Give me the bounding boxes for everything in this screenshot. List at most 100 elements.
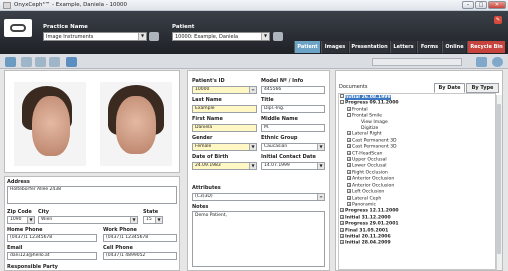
- expand-icon[interactable]: +: [340, 227, 344, 232]
- cell-phone-field[interactable]: (0437)1 4899052: [103, 252, 177, 260]
- camera-logo-icon: [4, 19, 32, 37]
- expand-icon[interactable]: +: [347, 106, 351, 111]
- tab-online[interactable]: Online: [442, 41, 466, 53]
- notes-field[interactable]: Demo Patient,: [192, 211, 325, 267]
- expand-icon[interactable]: +: [340, 240, 344, 245]
- tree-item-label: Digitize: [361, 125, 379, 131]
- scrollbar-thumb[interactable]: [497, 104, 501, 254]
- first-name-label: First Name: [192, 116, 223, 122]
- email-field[interactable]: dani123@hello.at: [7, 252, 97, 260]
- edit-badge-icon[interactable]: ✎: [494, 16, 502, 24]
- tab-by-type[interactable]: By Type: [466, 83, 499, 93]
- expand-icon[interactable]: +: [340, 233, 344, 238]
- chevron-down-icon: ▼: [155, 217, 162, 223]
- tree-item-label: View Image: [361, 119, 388, 125]
- middle-name-field[interactable]: M.: [261, 124, 325, 132]
- expand-icon[interactable]: +: [347, 182, 351, 187]
- gender-value: Female: [195, 144, 212, 149]
- attributes-field[interactable]: (C3)3D) ≡: [192, 193, 325, 201]
- first-name-field[interactable]: Daniela: [192, 124, 257, 132]
- tab-forms[interactable]: Forms: [417, 41, 441, 53]
- tree-item-label: Left Occlusion: [352, 189, 385, 195]
- dob-field[interactable]: 24.09.1983 ▼: [192, 162, 257, 170]
- tree-item-label: Cast Permanent 3D: [352, 138, 397, 144]
- expand-icon[interactable]: +: [347, 131, 351, 136]
- minimize-button[interactable]: –: [462, 1, 474, 9]
- home-phone-field[interactable]: (0437)1 12345678: [7, 234, 97, 242]
- initial-contact-field[interactable]: 14.07.1999 ▼: [261, 162, 325, 170]
- collapse-icon[interactable]: –: [340, 100, 344, 105]
- tree-item-label: Anterior Occlusion: [352, 183, 395, 189]
- settings-icon[interactable]: [476, 57, 487, 67]
- expand-icon[interactable]: +: [347, 169, 351, 174]
- tree-item[interactable]: +Progress 12.11.2000: [340, 208, 399, 214]
- title-label: Title: [261, 97, 274, 103]
- gender-select[interactable]: Female ▼: [192, 143, 257, 151]
- expand-icon[interactable]: +: [347, 195, 351, 200]
- tree-item[interactable]: +Initial 28.04.2009: [340, 240, 399, 246]
- save-icon[interactable]: [66, 57, 77, 67]
- dob-label: Date of Birth: [192, 154, 229, 160]
- practice-select[interactable]: Image Instruments ▼: [43, 32, 147, 41]
- state-label: State: [143, 209, 159, 215]
- app-icon: [3, 2, 11, 9]
- state-field[interactable]: 15 ▼: [143, 216, 163, 224]
- print-icon[interactable]: [35, 57, 46, 67]
- frontal-photo[interactable]: [100, 82, 172, 166]
- patient-select[interactable]: 10000: Example, Daniela ▼: [172, 32, 270, 41]
- expand-icon[interactable]: +: [347, 163, 351, 168]
- model-field[interactable]: 445566: [261, 86, 325, 94]
- patient-search-icon[interactable]: [273, 32, 283, 41]
- expand-icon[interactable]: +: [340, 221, 344, 226]
- tab-patient[interactable]: Patient: [294, 41, 320, 53]
- expand-icon[interactable]: +: [347, 176, 351, 181]
- close-button[interactable]: ✕: [488, 1, 506, 9]
- middle-name-label: Middle Name: [261, 116, 298, 122]
- tab-letters[interactable]: Letters: [390, 41, 416, 53]
- title-field[interactable]: Dipl.-Ing.: [261, 105, 325, 113]
- profile-photo[interactable]: [14, 82, 86, 166]
- tree-item-label: Right Occlusion: [352, 170, 388, 176]
- tab-recycle-bin[interactable]: Recycle Bin: [467, 41, 505, 53]
- expand-icon[interactable]: +: [340, 214, 344, 219]
- help-icon[interactable]: [492, 57, 503, 67]
- mail-icon[interactable]: [49, 57, 60, 67]
- window-title: OnyxCeph³™ - Example, Daniela - 10000: [14, 2, 127, 8]
- list-icon[interactable]: ≡: [317, 194, 324, 200]
- expand-icon[interactable]: +: [347, 189, 351, 194]
- tab-presentation[interactable]: Presentation: [349, 41, 389, 53]
- expand-icon[interactable]: +: [347, 137, 351, 142]
- attributes-value: (C3)3D): [195, 194, 213, 199]
- group-icon[interactable]: [149, 32, 159, 41]
- calendar-icon[interactable]: ▼: [249, 163, 256, 169]
- collapse-icon[interactable]: –: [347, 113, 351, 118]
- city-field[interactable]: Wien ▼: [38, 216, 138, 224]
- practice-label: Practice Name: [43, 24, 88, 30]
- search-icon[interactable]: [5, 57, 16, 67]
- calendar-icon[interactable]: ▼: [317, 163, 324, 169]
- image-icon[interactable]: [21, 57, 32, 67]
- patient-id-field[interactable]: 10000 ≡: [192, 86, 257, 94]
- last-name-field[interactable]: Example: [192, 105, 257, 113]
- zip-field[interactable]: 1090 ▼: [7, 216, 35, 224]
- tree-item-label: Initial 31.12.2000: [345, 215, 391, 221]
- tree-item-label: Progress 29.01.2001: [345, 221, 399, 227]
- expand-icon[interactable]: +: [347, 201, 351, 206]
- expand-icon[interactable]: +: [347, 150, 351, 155]
- expand-icon[interactable]: +: [347, 157, 351, 162]
- work-phone-field[interactable]: (0437)1 12345678: [103, 234, 177, 242]
- ethnic-group-select[interactable]: Caucasian ▼: [261, 143, 325, 151]
- tool-strip: [372, 58, 462, 66]
- collapse-icon[interactable]: –: [340, 94, 344, 98]
- address-field[interactable]: Holtebörfer Allee 2438: [7, 186, 177, 204]
- tab-images[interactable]: Images: [321, 41, 348, 53]
- expand-icon[interactable]: +: [340, 208, 344, 213]
- tree-item[interactable]: +Progress 29.01.2001: [340, 221, 399, 227]
- expand-icon[interactable]: +: [347, 144, 351, 149]
- maximize-button[interactable]: □: [475, 1, 487, 9]
- chevron-down-icon: ▼: [130, 217, 137, 223]
- responsible-party-label: Responsible Party: [7, 264, 58, 270]
- patient-value: 10000: Example, Daniela: [175, 34, 239, 40]
- tab-by-date[interactable]: By Date: [434, 83, 465, 93]
- list-icon[interactable]: ≡: [249, 87, 256, 93]
